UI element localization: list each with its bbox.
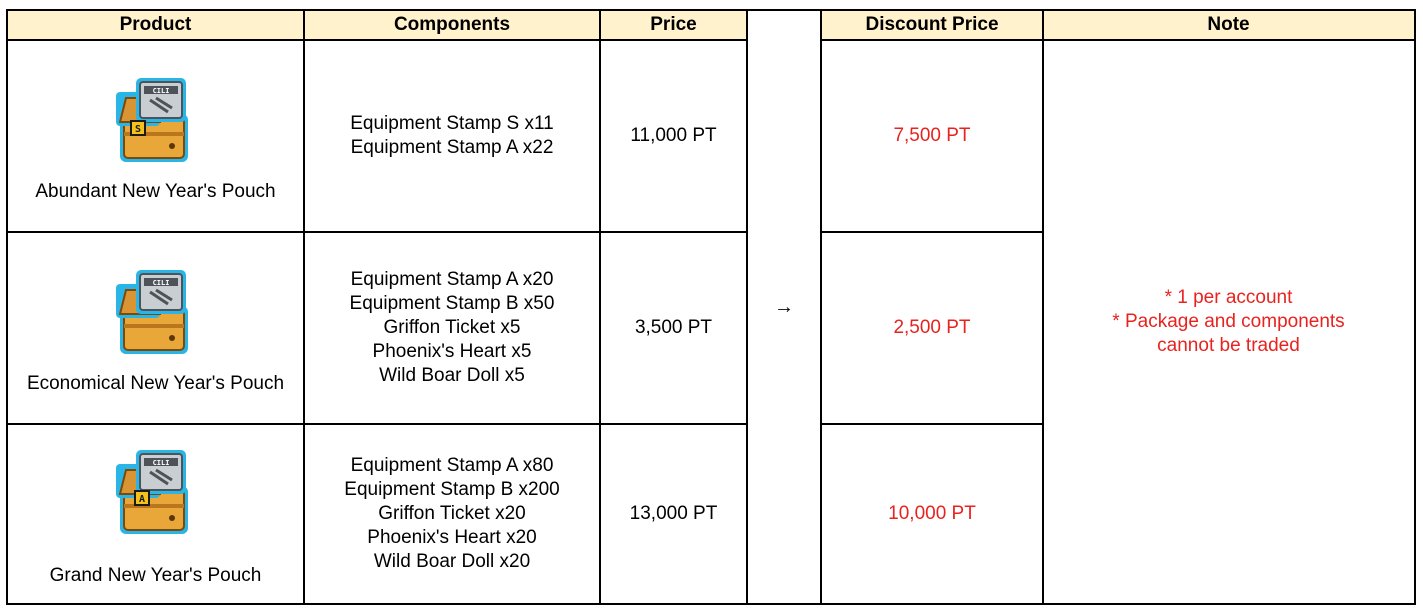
stamp-label: CILI — [152, 87, 169, 95]
header-price: Price — [600, 10, 747, 40]
right-arrow-icon: → — [774, 296, 794, 318]
grid-line — [6, 603, 748, 605]
grid-line — [820, 423, 1044, 425]
package-price-table: Product Components Price Discount Price … — [0, 0, 1423, 609]
product-cell: CILI Economical New Year's Pouch — [7, 232, 304, 424]
stamp-label: CILI — [152, 279, 169, 287]
header-components: Components — [304, 10, 600, 40]
discount-cell: 7,500 PT — [821, 40, 1043, 232]
grid-line — [820, 9, 822, 605]
grid-line — [746, 9, 822, 11]
grid-line — [1042, 9, 1044, 605]
grid-line — [820, 603, 1416, 605]
discount-cell: 10,000 PT — [821, 424, 1043, 604]
pouch-chest-icon: CILI — [115, 270, 188, 354]
grid-line — [303, 9, 305, 605]
grade-badge: A — [138, 494, 144, 505]
price-cell: 3,500 PT — [600, 232, 747, 424]
component-item: Equipment Stamp B x200 — [344, 479, 560, 500]
discount-value: 10,000 PT — [888, 503, 976, 524]
note-line: * 1 per account — [1164, 287, 1293, 308]
note-cell: * 1 per account * Package and components… — [1043, 40, 1414, 604]
grid-line — [599, 9, 601, 605]
grid-line — [1414, 9, 1416, 605]
stamp-label: CILI — [152, 459, 169, 467]
grid-line — [6, 9, 748, 11]
component-item: Equipment Stamp A x20 — [350, 269, 554, 290]
header-product: Product — [7, 10, 304, 40]
component-item: Wild Boar Doll x20 — [373, 551, 531, 572]
product-cell: CILI S Abundant New Year's Pouch — [7, 40, 304, 232]
grid-line — [820, 9, 1416, 11]
components-cell: Equipment Stamp S x11 Equipment Stamp A … — [304, 40, 600, 232]
discount-cell: 2,500 PT — [821, 232, 1043, 424]
grid-line — [6, 9, 8, 605]
note-line: * Package and components — [1112, 311, 1345, 332]
grid-line — [746, 9, 748, 605]
note-line: cannot be traded — [1157, 335, 1300, 356]
header-note: Note — [1043, 10, 1414, 40]
component-item: Griffon Ticket x20 — [378, 503, 526, 524]
component-item: Phoenix's Heart x20 — [367, 527, 537, 548]
price-cell: 13,000 PT — [600, 424, 747, 604]
grid-line — [6, 423, 748, 425]
grid-line — [6, 231, 748, 233]
component-item: Equipment Stamp S x11 — [350, 113, 554, 134]
price-value: 11,000 PT — [630, 125, 717, 146]
component-item: Phoenix's Heart x5 — [372, 341, 532, 362]
components-cell: Equipment Stamp A x80 Equipment Stamp B … — [304, 424, 600, 604]
component-item: Griffon Ticket x5 — [383, 317, 521, 338]
price-value: 13,000 PT — [629, 503, 718, 524]
discount-value: 7,500 PT — [893, 125, 971, 146]
grid-line — [6, 39, 748, 41]
header-discount-label: Discount Price — [865, 14, 999, 35]
component-item: Equipment Stamp A x22 — [350, 137, 554, 158]
header-product-label: Product — [119, 14, 192, 35]
product-name: Economical New Year's Pouch — [26, 373, 285, 394]
header-components-label: Components — [393, 14, 511, 35]
component-item: Wild Boar Doll x5 — [379, 365, 525, 386]
price-value: 3,500 PT — [634, 317, 713, 338]
arrow-cell: → — [747, 10, 821, 604]
component-item: Equipment Stamp B x50 — [349, 293, 555, 314]
components-cell: Equipment Stamp A x20 Equipment Stamp B … — [304, 232, 600, 424]
header-price-label: Price — [650, 14, 697, 35]
discount-value: 2,500 PT — [893, 317, 971, 338]
product-name: Abundant New Year's Pouch — [35, 181, 276, 202]
product-name: Grand New Year's Pouch — [49, 565, 262, 586]
pouch-chest-icon: CILI S — [115, 78, 188, 162]
grade-badge: S — [134, 124, 140, 135]
product-cell: CILI A Grand New Year's Pouch — [7, 424, 304, 604]
header-discount-price: Discount Price — [821, 10, 1043, 40]
pouch-chest-icon: CILI A — [115, 450, 188, 534]
grid-line — [746, 603, 822, 605]
header-note-label: Note — [1207, 14, 1250, 35]
grid-line — [820, 231, 1044, 233]
component-item: Equipment Stamp A x80 — [350, 455, 554, 476]
grid-line — [820, 39, 1416, 41]
price-cell: 11,000 PT — [600, 40, 747, 232]
